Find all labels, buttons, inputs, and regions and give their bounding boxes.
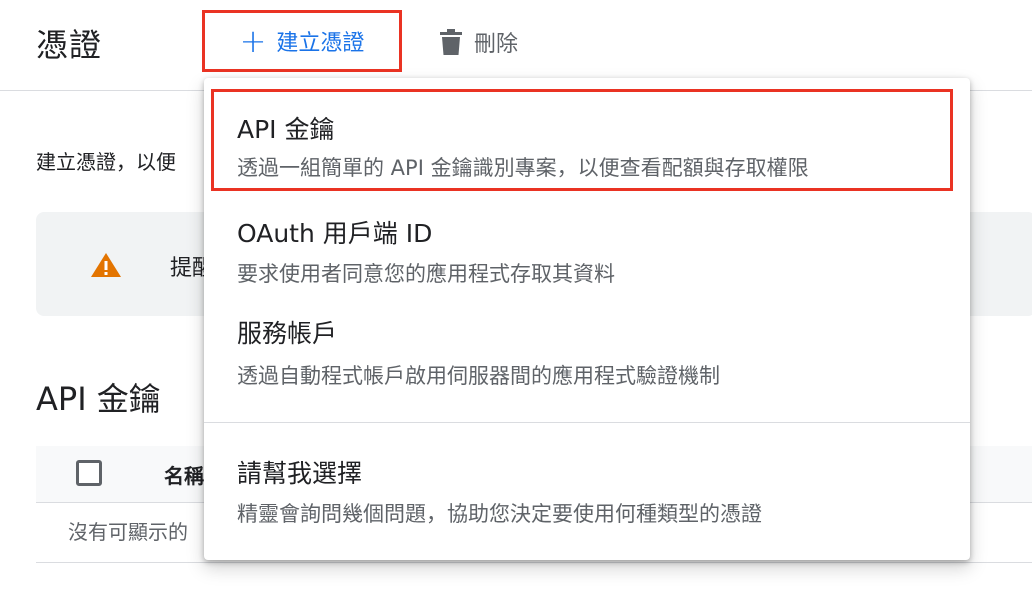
table-divider [36, 562, 1032, 563]
create-credentials-button[interactable]: + 建立憑證 [202, 10, 402, 72]
create-credentials-menu: API 金鑰 透過一組簡單的 API 金鑰識別專案，以便查看配額與存取權限 OA… [204, 78, 970, 560]
warning-icon [90, 252, 122, 282]
select-all-checkbox[interactable] [76, 460, 102, 486]
intro-text: 建立憑證，以便 [36, 150, 176, 174]
menu-item-help-me-choose[interactable]: 請幫我選擇 精靈會詢問幾個問題，協助您決定要使用何種類型的憑證 [204, 434, 970, 544]
section-title-api-keys: API 金鑰 [36, 380, 161, 418]
plus-icon: + [239, 22, 267, 60]
create-credentials-label: 建立憑證 [276, 31, 365, 56]
menu-item-description: 透過自動程式帳戶啟用伺服器間的應用程式驗證機制 [237, 364, 720, 388]
menu-item-description: 要求使用者同意您的應用程式存取其資料 [237, 262, 615, 286]
delete-label: 刪除 [474, 32, 519, 57]
delete-button[interactable]: 刪除 [440, 24, 518, 60]
empty-table-message: 沒有可顯示的 [68, 520, 188, 544]
menu-item-title: 請幫我選擇 [237, 459, 363, 488]
menu-item-description: 透過一組簡單的 API 金鑰識別專案，以便查看配額與存取權限 [237, 156, 809, 180]
trash-icon [440, 29, 462, 55]
page-title: 憑證 [36, 26, 103, 64]
menu-item-description: 精靈會詢問幾個問題，協助您決定要使用何種類型的憑證 [237, 502, 762, 526]
menu-item-api-key[interactable]: API 金鑰 透過一組簡單的 API 金鑰識別專案，以便查看配額與存取權限 [204, 88, 970, 192]
menu-item-oauth-client-id[interactable]: OAuth 用戶端 ID 要求使用者同意您的應用程式存取其資料 [204, 196, 970, 296]
menu-item-service-account[interactable]: 服務帳戶 透過自動程式帳戶啟用伺服器間的應用程式驗證機制 [204, 300, 970, 400]
menu-item-title: OAuth 用戶端 ID [237, 219, 433, 248]
column-header-name[interactable]: 名稱 [164, 460, 204, 489]
menu-divider [204, 422, 970, 423]
menu-item-title: API 金鑰 [237, 115, 335, 144]
menu-item-title: 服務帳戶 [237, 319, 338, 348]
